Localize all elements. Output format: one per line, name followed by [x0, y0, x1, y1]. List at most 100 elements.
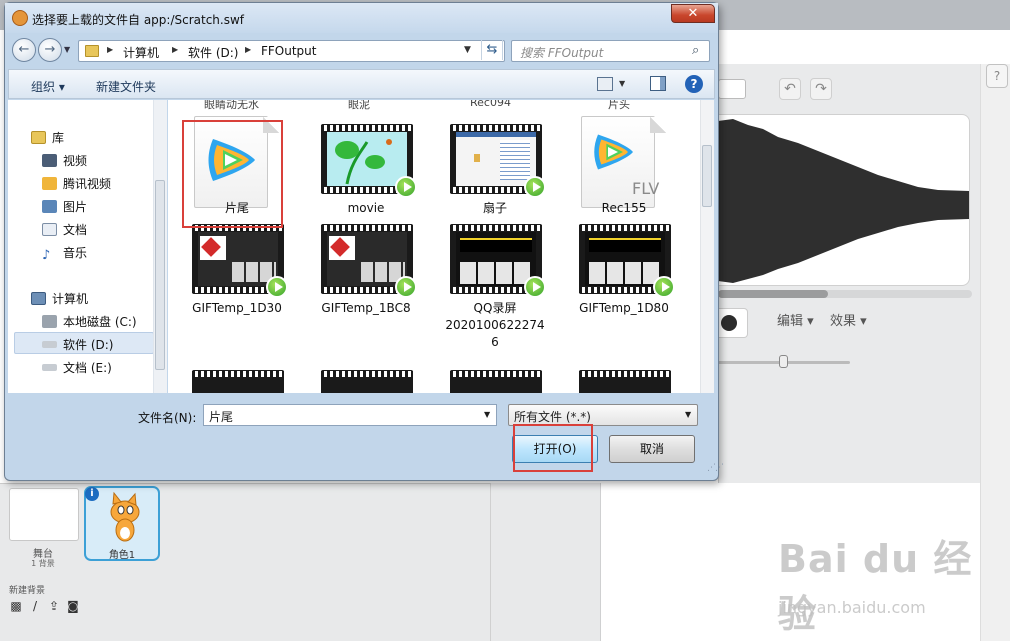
computer-icon	[31, 292, 46, 305]
file-tile-giftemp-1bc8[interactable]: GIFTemp_1BC8	[313, 216, 419, 340]
nav-item-drive-c[interactable]: 本地磁盘 (C:)	[42, 313, 137, 333]
chevron-down-icon[interactable]: ▼	[685, 410, 691, 419]
refresh-icon[interactable]: ⇆	[481, 40, 503, 60]
forward-arrow-icon[interactable]: →	[38, 38, 62, 62]
breadcrumb-drive-d[interactable]: 软件 (D:)	[188, 44, 238, 61]
nav-item-documents[interactable]: 文档	[42, 221, 87, 241]
search-input[interactable]: 搜索 FFOutput ⌕	[511, 40, 710, 62]
stage-thumbnail[interactable]	[9, 488, 79, 541]
back-arrow-icon[interactable]: ←	[12, 38, 36, 62]
effect-menu[interactable]: 效果 ▾	[830, 310, 867, 329]
address-bar[interactable]: ▶ 计算机 ▶ 软件 (D:) ▶ FFOutput ▼	[78, 40, 505, 62]
tencent-video-icon	[594, 134, 633, 170]
file-name: movie	[347, 201, 385, 215]
file-tile-giftemp-1d80[interactable]: GIFTemp_1D80	[571, 216, 677, 340]
nav-item-pictures[interactable]: 图片	[42, 198, 87, 218]
view-mode-icon[interactable]	[597, 77, 613, 91]
preview-pane-icon[interactable]	[650, 76, 666, 91]
edit-menu[interactable]: 编辑 ▾	[777, 310, 814, 329]
watermark-url: jingyan.baidu.com	[778, 598, 926, 617]
breadcrumb-computer[interactable]: 计算机	[123, 44, 159, 61]
video-thumbnail	[321, 124, 417, 198]
chevron-down-icon[interactable]: ▼	[484, 410, 490, 419]
sprite-name: 角色1	[108, 550, 136, 561]
help-button[interactable]: ?	[986, 64, 1008, 88]
file-list-scrollbar[interactable]	[700, 100, 714, 393]
screen: ? ↶ ↷ 编辑 ▾ 效果 ▾ 舞台 1 背景 新建背景 ▩ / ⇪ ◙ i 角…	[0, 0, 1010, 641]
sound-waveform[interactable]	[718, 114, 970, 286]
nav-item-music[interactable]: ♪ 音乐	[42, 244, 87, 264]
file-tile-giftemp-1d30[interactable]: GIFTemp_1D30	[184, 216, 290, 340]
video-thumbnail-partial[interactable]	[321, 370, 413, 393]
undo-icon[interactable]: ↶	[779, 78, 801, 100]
new-backdrop-tools: ▩ / ⇪ ◙	[9, 599, 80, 613]
record-button[interactable]	[721, 315, 737, 331]
cancel-button[interactable]: 取消	[609, 435, 695, 463]
file-label-partial: 片头	[608, 100, 630, 111]
chevron-right-icon[interactable]: ▶	[107, 45, 113, 54]
nav-label: 文档 (E:)	[63, 361, 112, 375]
chevron-right-icon[interactable]: ▶	[245, 45, 251, 54]
file-document-icon: FLV	[581, 116, 666, 208]
nav-item-tencent-video[interactable]: 腾讯视频	[42, 175, 111, 195]
upload-icon[interactable]: ⇪	[47, 599, 61, 613]
folder-icon	[85, 45, 99, 57]
file-scroll-thumb[interactable]	[702, 145, 712, 207]
nav-label: 软件 (D:)	[63, 338, 114, 352]
video-thumbnail	[450, 124, 546, 198]
nav-item-computer[interactable]: 计算机	[31, 290, 88, 310]
filetype-select[interactable]: 所有文件 (*.*) ▼	[508, 404, 698, 426]
nav-label: 视频	[63, 154, 88, 168]
sound-name-input[interactable]	[718, 79, 746, 99]
play-badge-icon	[524, 276, 546, 298]
nav-label: 腾讯视频	[63, 177, 112, 191]
nav-item-videos[interactable]: 视频	[42, 152, 87, 172]
library-icon	[31, 131, 46, 144]
navigation-pane: 库 视频 腾讯视频 图片 文档 ♪ 音乐 计算机 本地磁盘 (C:) 软件 (D:…	[8, 100, 167, 393]
filetype-value: 所有文件 (*.*)	[514, 410, 591, 424]
folder-icon	[42, 177, 57, 190]
address-dropdown-icon[interactable]: ▼	[464, 45, 471, 55]
scroll-thumb[interactable]	[718, 290, 828, 298]
video-thumbnail-partial[interactable]	[192, 370, 284, 393]
new-folder-button[interactable]: 新建文件夹	[96, 78, 156, 95]
camera-icon[interactable]: ◙	[66, 599, 80, 613]
waveform-scrollbar[interactable]	[718, 290, 972, 298]
file-name: GIFTemp_1D80	[579, 301, 669, 315]
nav-scroll-thumb[interactable]	[155, 180, 165, 370]
file-tile-qq-recording[interactable]: QQ录屏 2020100622274 6	[442, 216, 548, 349]
close-button[interactable]: ✕	[671, 4, 715, 23]
help-icon[interactable]: ?	[685, 75, 703, 93]
volume-slider-knob[interactable]	[779, 355, 788, 368]
history-dropdown-icon[interactable]: ▼	[64, 45, 70, 54]
organize-menu[interactable]: 组织 ▾	[31, 78, 65, 95]
sprite-info-icon[interactable]: i	[85, 487, 99, 501]
open-button-highlight	[513, 424, 593, 472]
chevron-right-icon[interactable]: ▶	[172, 45, 178, 54]
nav-item-drive-d[interactable]: 软件 (D:)	[42, 336, 113, 356]
command-toolbar: 组织 ▾ 新建文件夹 ▼ ?	[8, 69, 715, 99]
breadcrumb-ffoutput[interactable]: FFOutput	[261, 44, 317, 58]
video-thumbnail-partial[interactable]	[579, 370, 671, 393]
image-icon[interactable]: ▩	[9, 599, 23, 613]
resize-grip-icon[interactable]: ⋰⋰	[707, 463, 724, 473]
video-thumbnail	[192, 224, 288, 298]
nav-item-drive-e[interactable]: 文档 (E:)	[42, 359, 112, 379]
paint-brush-icon[interactable]: /	[28, 599, 42, 613]
dialog-titlebar[interactable]: 选择要上载的文件自 app:/Scratch.swf ✕	[5, 3, 718, 33]
baidu-jingyan-watermark: Bai du 经验 jingyan.baidu.com	[778, 528, 1003, 636]
nav-label: 本地磁盘 (C:)	[63, 315, 137, 329]
page-fold	[650, 117, 666, 133]
address-row: ← → ▼ ▶ 计算机 ▶ 软件 (D:) ▶ FFOutput ▼ ⇆ 搜索 …	[5, 33, 718, 67]
video-thumbnail-partial[interactable]	[450, 370, 542, 393]
search-icon[interactable]: ⌕	[692, 43, 699, 58]
filename-label: 文件名(N):	[138, 411, 197, 425]
view-dropdown-icon[interactable]: ▼	[619, 79, 625, 88]
watermark-logo-text: Bai du 经验	[778, 537, 973, 636]
panel-divider	[490, 483, 600, 641]
redo-icon[interactable]: ↷	[810, 78, 832, 100]
filename-input[interactable]: 片尾 ▼	[203, 404, 497, 426]
file-label-partial: 眼泥	[348, 100, 370, 111]
file-name: GIFTemp_1D30	[192, 301, 282, 315]
nav-item-library[interactable]: 库	[31, 129, 64, 149]
